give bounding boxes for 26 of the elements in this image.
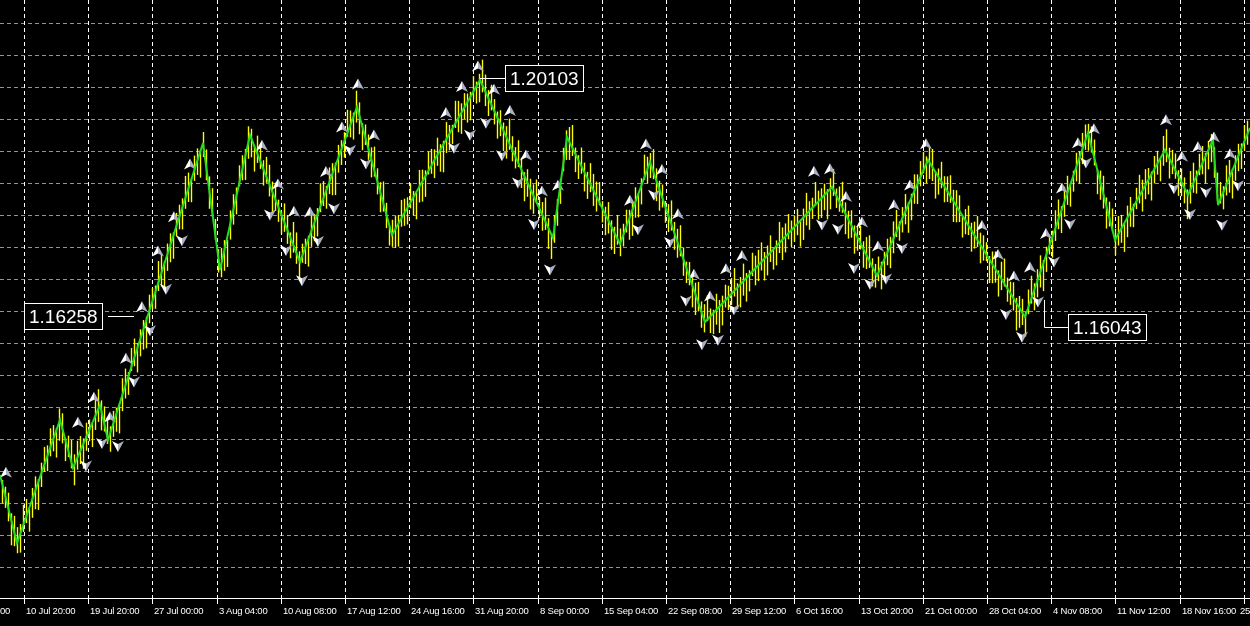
time-label: 10 Aug 08:00: [283, 605, 337, 616]
time-label: 24 Aug 16:00: [411, 605, 465, 616]
time-label: 00: [0, 605, 11, 616]
time-label: 25: [1240, 605, 1250, 616]
price-label: 1.16043: [1068, 314, 1147, 341]
time-label: 3 Aug 04:00: [219, 605, 268, 616]
time-label: 15 Sep 04:00: [604, 605, 659, 616]
time-label: 28 Oct 04:00: [989, 605, 1041, 616]
time-label: 31 Aug 20:00: [475, 605, 529, 616]
time-label: 21 Oct 00:00: [925, 605, 977, 616]
time-label: 4 Nov 08:00: [1053, 605, 1103, 616]
time-label: 19 Jul 20:00: [90, 605, 140, 616]
time-label: 18 Nov 16:00: [1182, 605, 1237, 616]
leader-line: [107, 316, 135, 317]
time-label: 13 Oct 20:00: [861, 605, 913, 616]
leader-line: [479, 78, 506, 79]
time-label: 17 Aug 12:00: [347, 605, 401, 616]
time-label: 8 Sep 00:00: [540, 605, 590, 616]
time-label: 29 Sep 12:00: [732, 605, 787, 616]
time-label: 27 Jul 00:00: [154, 605, 204, 616]
time-label: 11 Nov 12:00: [1117, 605, 1171, 616]
time-label: 22 Sep 08:00: [668, 605, 723, 616]
time-label: 10 Jul 20:00: [26, 605, 76, 616]
time-label: 6 Oct 16:00: [796, 605, 843, 616]
price-label: 1.16258: [24, 303, 103, 330]
price-label: 1.20103: [505, 65, 584, 92]
